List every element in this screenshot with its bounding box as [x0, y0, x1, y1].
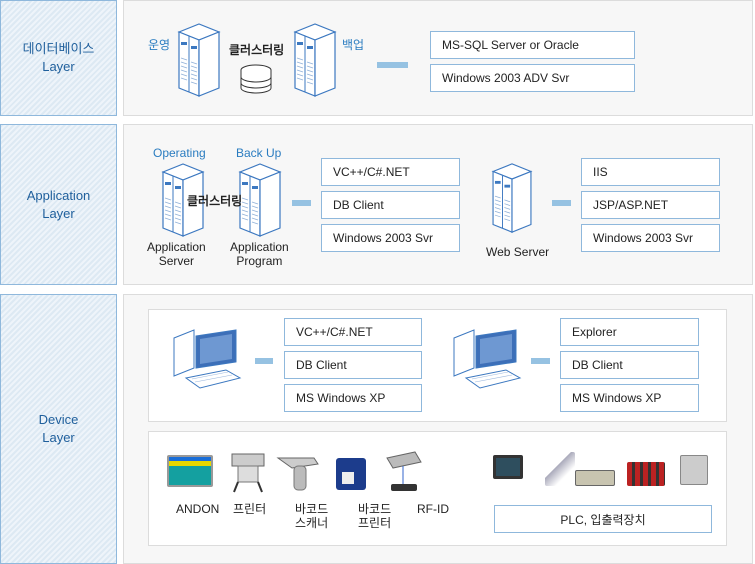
- db-os-box: Windows 2003 ADV Svr: [430, 64, 635, 92]
- layer-sub: Layer: [42, 430, 75, 445]
- web-server-icon: [490, 162, 534, 234]
- client-box: DB Client: [284, 351, 422, 379]
- computer-icon: [452, 328, 522, 392]
- client-box: MS Windows XP: [284, 384, 422, 412]
- cluster-label: 클러스터링: [229, 43, 285, 57]
- device-layer-label: Device Layer: [0, 294, 117, 564]
- device-label-andon: ANDON: [176, 502, 220, 516]
- operating-label: Operating: [153, 146, 206, 160]
- barcode-printer-icon: [336, 458, 366, 490]
- device-label-scanner: 바코드: [295, 502, 329, 516]
- connector: [292, 200, 311, 206]
- app-db-box: DB Client: [321, 191, 460, 219]
- device-label-rfid: RF-ID: [417, 502, 449, 516]
- server-icon: [176, 22, 222, 98]
- client-box: Explorer: [560, 318, 699, 346]
- server-icon: [237, 162, 283, 238]
- layer-sub: Layer: [42, 59, 75, 74]
- touch-panel-icon: [493, 455, 523, 479]
- control-cabinet-icon: [680, 455, 708, 485]
- database-icon: [240, 64, 272, 94]
- computer-icon: [172, 328, 242, 392]
- client-box: DB Client: [560, 351, 699, 379]
- program-label: Program: [236, 254, 283, 268]
- web-box: IIS: [581, 158, 720, 186]
- server-icon: [292, 22, 338, 98]
- printer-icon: [231, 453, 265, 493]
- rfid-icon: [386, 451, 422, 491]
- backup-label: Back Up: [236, 146, 282, 160]
- cluster-label: 클러스터링: [187, 194, 243, 208]
- web-box: JSP/ASP.NET: [581, 191, 720, 219]
- app-os-box: Windows 2003 Svr: [321, 224, 460, 252]
- plc-rack-icon: [627, 462, 665, 486]
- device-label-scanner: 스캐너: [295, 516, 329, 530]
- client-box: MS Windows XP: [560, 384, 699, 412]
- backup-label: 백업: [342, 38, 365, 52]
- program-label: Application: [230, 240, 289, 254]
- layer-sub: Layer: [42, 205, 75, 221]
- layer-title: 데이터베이스: [22, 41, 95, 56]
- layer-title: Device: [38, 412, 79, 427]
- andon-icon: [167, 455, 213, 487]
- connector: [552, 200, 571, 206]
- web-box: Windows 2003 Svr: [581, 224, 720, 252]
- application-layer-label: Application Layer: [0, 124, 117, 285]
- web-server-label: Web Server: [486, 245, 550, 259]
- connector: [531, 358, 550, 364]
- device-label-barcode-printer: 프린터: [358, 516, 392, 530]
- controller-icon: [575, 470, 615, 486]
- db-engine-box: MS-SQL Server or Oracle: [430, 31, 635, 59]
- operate-label: 운영: [148, 38, 171, 52]
- barcode-scanner-icon: [276, 457, 319, 491]
- server-label: Server: [158, 254, 195, 268]
- database-layer-label: 데이터베이스 Layer: [0, 0, 117, 116]
- app-lang-box: VC++/C#.NET: [321, 158, 460, 186]
- device-label-printer: 프린터: [233, 502, 267, 516]
- plc-box: PLC, 입출력장치: [494, 505, 712, 533]
- client-box: VC++/C#.NET: [284, 318, 422, 346]
- server-label: Application: [147, 240, 206, 254]
- robot-icon: [545, 452, 575, 486]
- device-label-barcode-printer: 바코드: [358, 502, 392, 516]
- layer-title: Application: [26, 187, 91, 203]
- connector: [377, 62, 408, 68]
- connector: [255, 358, 273, 364]
